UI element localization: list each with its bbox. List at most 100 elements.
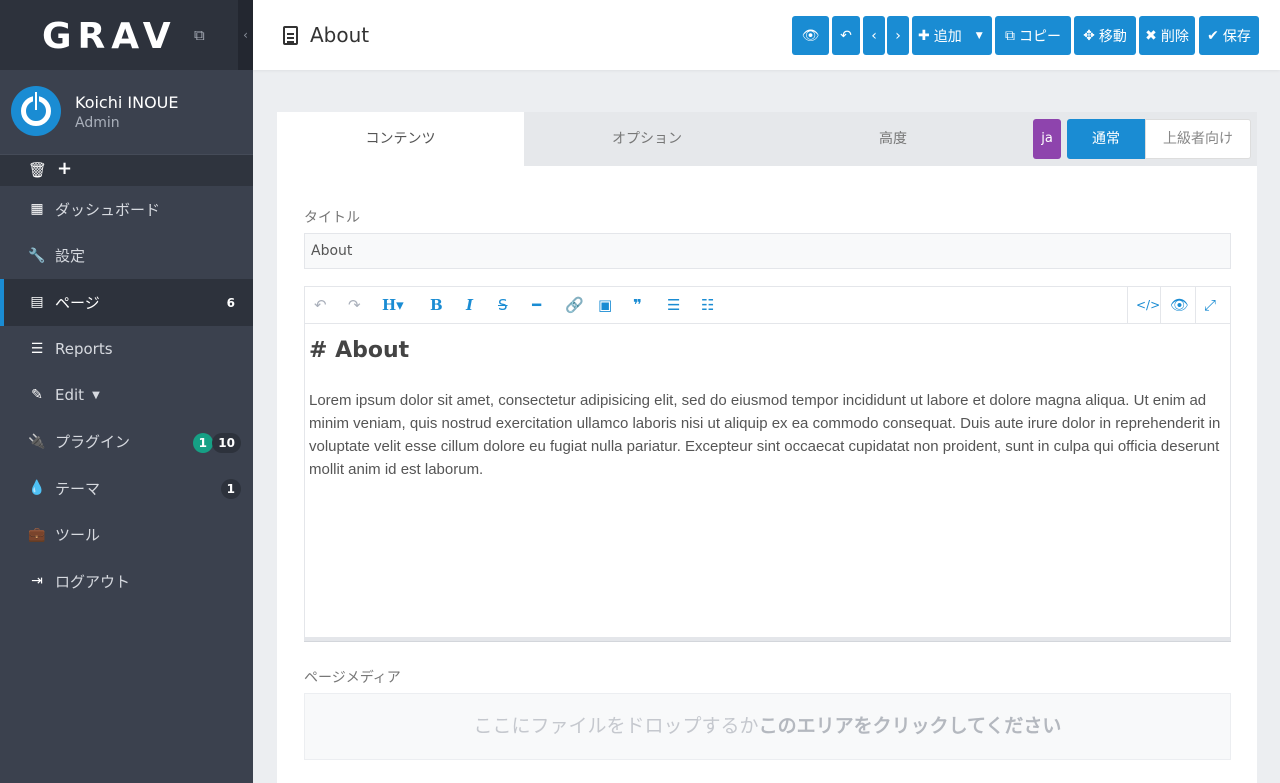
horizontal-rule-icon[interactable]: ━ [532,296,541,314]
sidebar-item-pages[interactable]: ▤ ページ 6 [0,279,253,326]
revert-button[interactable]: ↶ [832,16,860,55]
plugin-update-badge: 1 [192,432,213,453]
editor-paragraph: Lorem ipsum dolor sit amet, consectetur … [309,392,1221,478]
sidebar-item-themes[interactable]: 💧 テーマ 1 [0,465,253,512]
user-role: Admin [75,115,120,131]
page-title-text: About [310,23,370,47]
check-icon: ✔ [1207,27,1219,44]
media-label: ページメディア [304,670,401,686]
list-icon: ☰ [30,340,44,357]
document-icon [283,25,298,45]
pages-count-badge: 6 [226,296,235,310]
markdown-editor: ↶ ↷ H▾ B I S ━ 🔗 ▣ ❞ ☰ ☷ </> 👁 ⤢ # About… [304,286,1231,640]
code-view-icon[interactable]: </> [1136,298,1160,312]
undo-icon[interactable]: ↶ [314,296,327,314]
editor-heading: # About [309,338,410,363]
italic-icon[interactable]: I [466,296,473,314]
prev-page-button[interactable]: ‹ [863,16,885,55]
tab-content[interactable]: コンテンツ [277,112,524,166]
editor-resize-handle[interactable] [304,637,1231,642]
add-label: 追加 [933,28,962,45]
undo-icon: ↶ [840,27,852,44]
chevron-right-icon: › [895,27,901,44]
logout-icon: ⇥ [31,573,43,590]
add-button[interactable]: ✚ 追加 ▼ [912,16,992,55]
copy-button[interactable]: ⧉ コピー [995,16,1071,55]
editor-tabs: コンテンツ オプション 高度 ja 通常 上級者向け [277,112,1257,166]
sidebar: GRAV ⧉ ‹ Koichi INOUE Admin 🗑 + ▦ ダッシュボー… [0,0,253,783]
avatar [11,86,61,136]
bullet-list-icon[interactable]: ☰ [667,296,680,314]
sidebar-item-reports[interactable]: ☰ Reports [0,326,253,373]
numbered-list-icon[interactable]: ☷ [701,296,714,314]
external-link-icon[interactable]: ⧉ [194,26,205,44]
sidebar-item-dashboard[interactable]: ▦ ダッシュボード [0,186,253,233]
save-label: 保存 [1222,28,1251,45]
plus-icon: ✚ [918,27,930,44]
sidebar-item-label: ログアウト [55,572,131,591]
move-button[interactable]: ✥ 移動 [1074,16,1136,55]
bold-icon[interactable]: B [430,296,443,314]
chevron-down-icon: ▼ [975,30,983,41]
sidebar-item-logout[interactable]: ⇥ ログアウト [0,558,253,605]
editor-body[interactable]: # About Lorem ipsum dolor sit amet, cons… [305,324,1230,495]
sidebar-item-label: プラグイン [55,433,131,452]
quote-icon[interactable]: ❞ [633,296,642,314]
media-dropzone[interactable]: ここにファイルをドロップするかこのエリアをクリックしてください [304,693,1231,760]
title-label: タイトル [304,210,360,226]
plug-icon: 🔌 [28,433,46,450]
theme-count-badge: 1 [220,479,241,499]
plus-icon[interactable]: + [57,158,72,179]
chevron-left-icon: ‹ [871,27,877,44]
sidebar-item-tools[interactable]: 💼 ツール [0,512,253,559]
mode-expert-button[interactable]: 上級者向け [1145,119,1251,159]
next-page-button[interactable]: › [887,16,909,55]
wrench-icon: 🔧 [28,247,46,264]
close-icon: ✖ [1145,27,1157,44]
sidebar-item-label: Reports [55,339,113,358]
delete-button[interactable]: ✖ 削除 [1139,16,1195,55]
trash-icon[interactable]: 🗑 [28,161,47,179]
quick-actions: 🗑 + [0,155,253,186]
file-icon: ▤ [30,294,44,311]
page-title: About [283,23,369,47]
sidebar-item-label: 設定 [55,247,86,266]
link-icon[interactable]: 🔗 [565,296,584,314]
grav-logo[interactable]: GRAV [42,16,177,57]
sidebar-item-edit[interactable]: ✎ Edit ▼ [0,372,253,419]
page-edit-card: コンテンツ オプション 高度 ja 通常 上級者向け タイトル About ↶ … [277,112,1257,783]
sidebar-item-label: Edit [55,386,85,405]
eye-icon[interactable]: 👁 [1170,296,1189,314]
heading-icon[interactable]: H▾ [382,296,404,314]
dropzone-link: このエリアをクリックしてください [758,715,1062,737]
move-label: 移動 [1098,28,1127,45]
redo-icon[interactable]: ↷ [348,296,361,314]
sidebar-item-settings[interactable]: 🔧 設定 [0,233,253,280]
image-icon[interactable]: ▣ [598,296,612,314]
briefcase-icon: 💼 [28,526,46,543]
fullscreen-icon[interactable]: ⤢ [1204,296,1216,314]
sidebar-item-label: ツール [55,526,101,545]
drop-icon: 💧 [28,480,46,497]
collapse-sidebar-button[interactable]: ‹ [238,0,253,70]
language-badge[interactable]: ja [1033,119,1061,159]
tab-options[interactable]: オプション [524,112,770,166]
top-header: About 👁 ↶ ‹ › ✚ 追加 ▼ ⧉ コピー ✥ 移動 ✖ 削除 ✔ 保… [253,0,1280,70]
sidebar-item-label: ページ [55,293,100,312]
sidebar-item-label: テーマ [55,479,101,498]
tab-advanced[interactable]: 高度 [770,112,1016,166]
sidebar-item-label: ダッシュボード [55,200,161,219]
editor-toolbar: ↶ ↷ H▾ B I S ━ 🔗 ▣ ❞ ☰ ☷ </> 👁 ⤢ [305,287,1230,324]
grid-icon: ▦ [30,201,44,218]
chevron-down-icon: ▼ [92,389,100,401]
title-input[interactable]: About [304,233,1231,269]
user-profile[interactable]: Koichi INOUE Admin [0,70,253,155]
plugin-count-badge: 10 [212,432,241,453]
save-button[interactable]: ✔ 保存 [1199,16,1259,55]
sidebar-item-plugins[interactable]: 🔌 プラグイン 1 10 [0,419,253,466]
copy-icon: ⧉ [1005,27,1015,44]
mode-normal-button[interactable]: 通常 [1067,119,1145,159]
preview-button[interactable]: 👁 [792,16,829,55]
user-name: Koichi INOUE [75,93,179,112]
strikethrough-icon[interactable]: S [498,296,508,314]
